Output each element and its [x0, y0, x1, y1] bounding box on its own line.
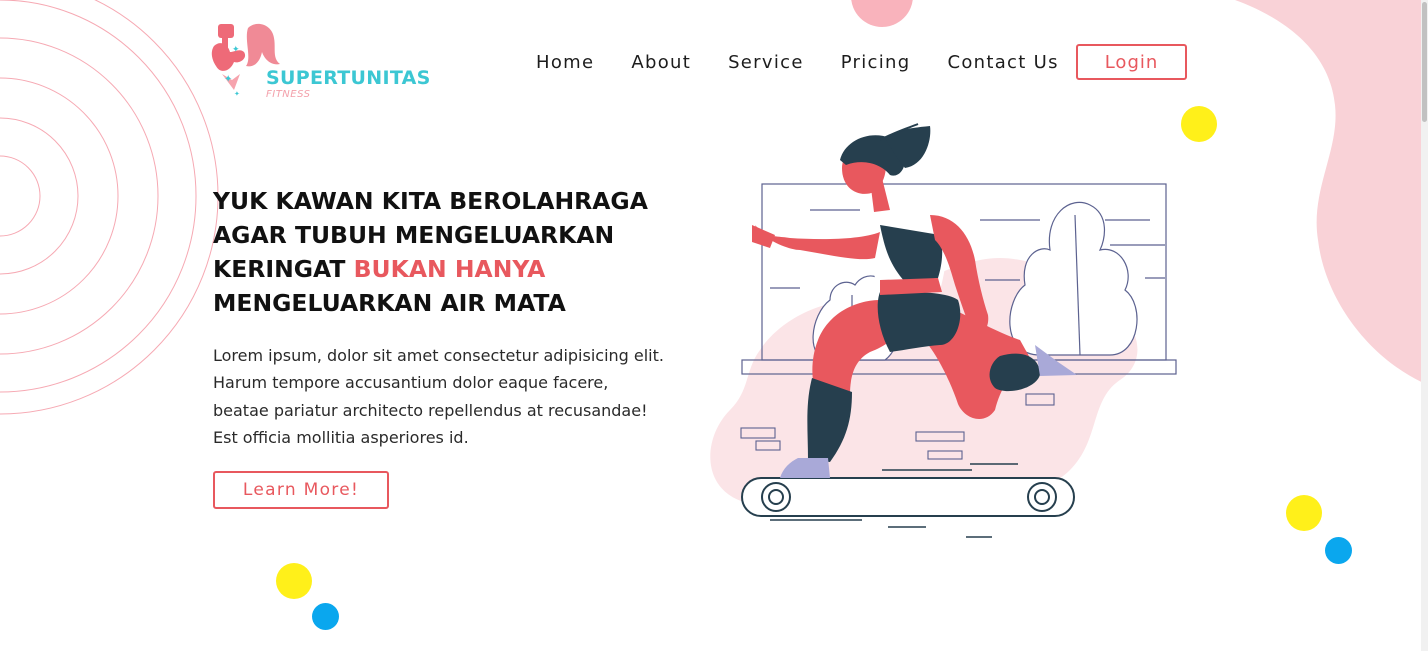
pink-dot-decoration — [851, 0, 913, 27]
hero-headline: YUK KAWAN KITA BEROLAHRAGA AGAR TUBUH ME… — [213, 184, 683, 320]
nav-item-service[interactable]: Service — [728, 52, 804, 74]
nav-item-contact-us[interactable]: Contact Us — [947, 52, 1058, 74]
login-button[interactable]: Login — [1076, 44, 1187, 80]
headline-text-end: MENGELUARKAN AIR MATA — [213, 289, 566, 317]
woman-running-treadmill-illustration — [710, 123, 1177, 538]
nav-item-pricing[interactable]: Pricing — [841, 52, 911, 74]
main-nav: Home About Service Pricing Contact Us — [536, 52, 1095, 74]
learn-more-button[interactable]: Learn More! — [213, 471, 389, 509]
yellow-dot-decoration — [276, 563, 312, 599]
svg-text:✦: ✦ — [224, 74, 232, 85]
blue-dot-decoration — [1325, 537, 1352, 564]
nav-item-home[interactable]: Home — [536, 52, 594, 74]
brand-name: SUPERTUNITAS — [266, 67, 431, 89]
hero-description: Lorem ipsum, dolor sit amet consectetur … — [213, 346, 664, 447]
nav-item-about[interactable]: About — [631, 52, 691, 74]
blue-dot-decoration — [312, 603, 339, 630]
svg-text:✦: ✦ — [234, 90, 240, 98]
svg-text:✦: ✦ — [232, 45, 240, 55]
headline-accent-text: BUKAN HANYA — [353, 255, 546, 283]
yellow-dot-decoration — [1286, 495, 1322, 531]
concentric-rings-decoration — [0, 0, 219, 415]
scrollbar-thumb[interactable] — [1422, 2, 1427, 122]
brand-tagline: FITNESS — [266, 89, 311, 100]
brand-logo[interactable]: ✦ ✦ ✦ SUPERTUNITAS FITNESS — [210, 18, 430, 104]
